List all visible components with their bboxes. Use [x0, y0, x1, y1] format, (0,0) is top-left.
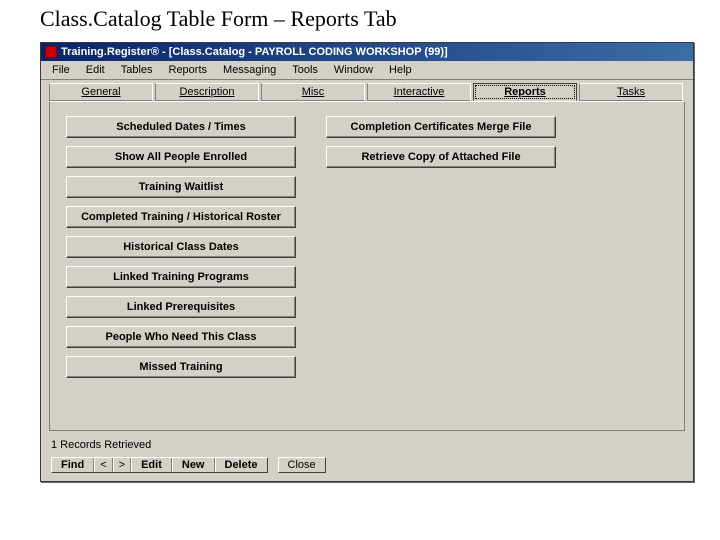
btn-completed-training[interactable]: Completed Training / Historical Roster	[66, 206, 296, 228]
toolbar-group: Find < > Edit New Delete	[51, 457, 268, 473]
btn-scheduled-dates[interactable]: Scheduled Dates / Times	[66, 116, 296, 138]
btn-next[interactable]: >	[113, 458, 131, 472]
tab-general-label: General	[81, 86, 120, 98]
tab-tasks[interactable]: Tasks	[579, 83, 683, 101]
form-body: Scheduled Dates / Times Show All People …	[49, 101, 685, 431]
tab-reports-label: Reports	[504, 86, 546, 98]
menu-tables[interactable]: Tables	[114, 63, 160, 77]
tab-misc[interactable]: Misc	[261, 83, 365, 101]
btn-historical-class-dates[interactable]: Historical Class Dates	[66, 236, 296, 258]
app-icon	[45, 46, 57, 58]
menubar: File Edit Tables Reports Messaging Tools…	[41, 61, 693, 80]
btn-completion-certificates[interactable]: Completion Certificates Merge File	[326, 116, 556, 138]
bottom-toolbar: Find < > Edit New Delete Close	[41, 455, 693, 481]
btn-training-waitlist[interactable]: Training Waitlist	[66, 176, 296, 198]
menu-file[interactable]: File	[45, 63, 77, 77]
btn-delete[interactable]: Delete	[215, 458, 267, 472]
btn-show-all-enrolled[interactable]: Show All People Enrolled	[66, 146, 296, 168]
btn-new[interactable]: New	[172, 458, 215, 472]
menu-reports[interactable]: Reports	[162, 63, 215, 77]
tabstrip: General Description Misc Interactive Rep…	[41, 80, 693, 101]
tab-interactive[interactable]: Interactive	[367, 83, 471, 101]
btn-close[interactable]: Close	[279, 458, 325, 472]
menu-tools[interactable]: Tools	[285, 63, 325, 77]
btn-prev[interactable]: <	[94, 458, 112, 472]
menu-messaging[interactable]: Messaging	[216, 63, 283, 77]
tab-general[interactable]: General	[49, 83, 153, 101]
btn-linked-training-programs[interactable]: Linked Training Programs	[66, 266, 296, 288]
toolbar-close-group: Close	[278, 457, 326, 473]
menu-window[interactable]: Window	[327, 63, 380, 77]
tab-interactive-label: Interactive	[394, 86, 445, 98]
btn-missed-training[interactable]: Missed Training	[66, 356, 296, 378]
tab-description-label: Description	[179, 86, 234, 98]
btn-find[interactable]: Find	[52, 458, 94, 472]
reports-column-2: Completion Certificates Merge File Retri…	[326, 116, 556, 422]
app-window: Training.Register® - [Class.Catalog - PA…	[40, 42, 694, 482]
menu-help[interactable]: Help	[382, 63, 419, 77]
menu-edit[interactable]: Edit	[79, 63, 112, 77]
titlebar-text: Training.Register® - [Class.Catalog - PA…	[61, 46, 448, 58]
btn-edit[interactable]: Edit	[131, 458, 172, 472]
btn-retrieve-attached-file[interactable]: Retrieve Copy of Attached File	[326, 146, 556, 168]
reports-column-1: Scheduled Dates / Times Show All People …	[66, 116, 296, 422]
tab-description[interactable]: Description	[155, 83, 259, 101]
page-heading: Class.Catalog Table Form – Reports Tab	[0, 0, 720, 42]
tab-misc-label: Misc	[302, 86, 325, 98]
tab-reports[interactable]: Reports	[473, 83, 577, 101]
tab-tasks-label: Tasks	[617, 86, 645, 98]
titlebar: Training.Register® - [Class.Catalog - PA…	[41, 43, 693, 61]
btn-linked-prerequisites[interactable]: Linked Prerequisites	[66, 296, 296, 318]
btn-people-who-need[interactable]: People Who Need This Class	[66, 326, 296, 348]
status-text: 1 Records Retrieved	[41, 437, 693, 455]
